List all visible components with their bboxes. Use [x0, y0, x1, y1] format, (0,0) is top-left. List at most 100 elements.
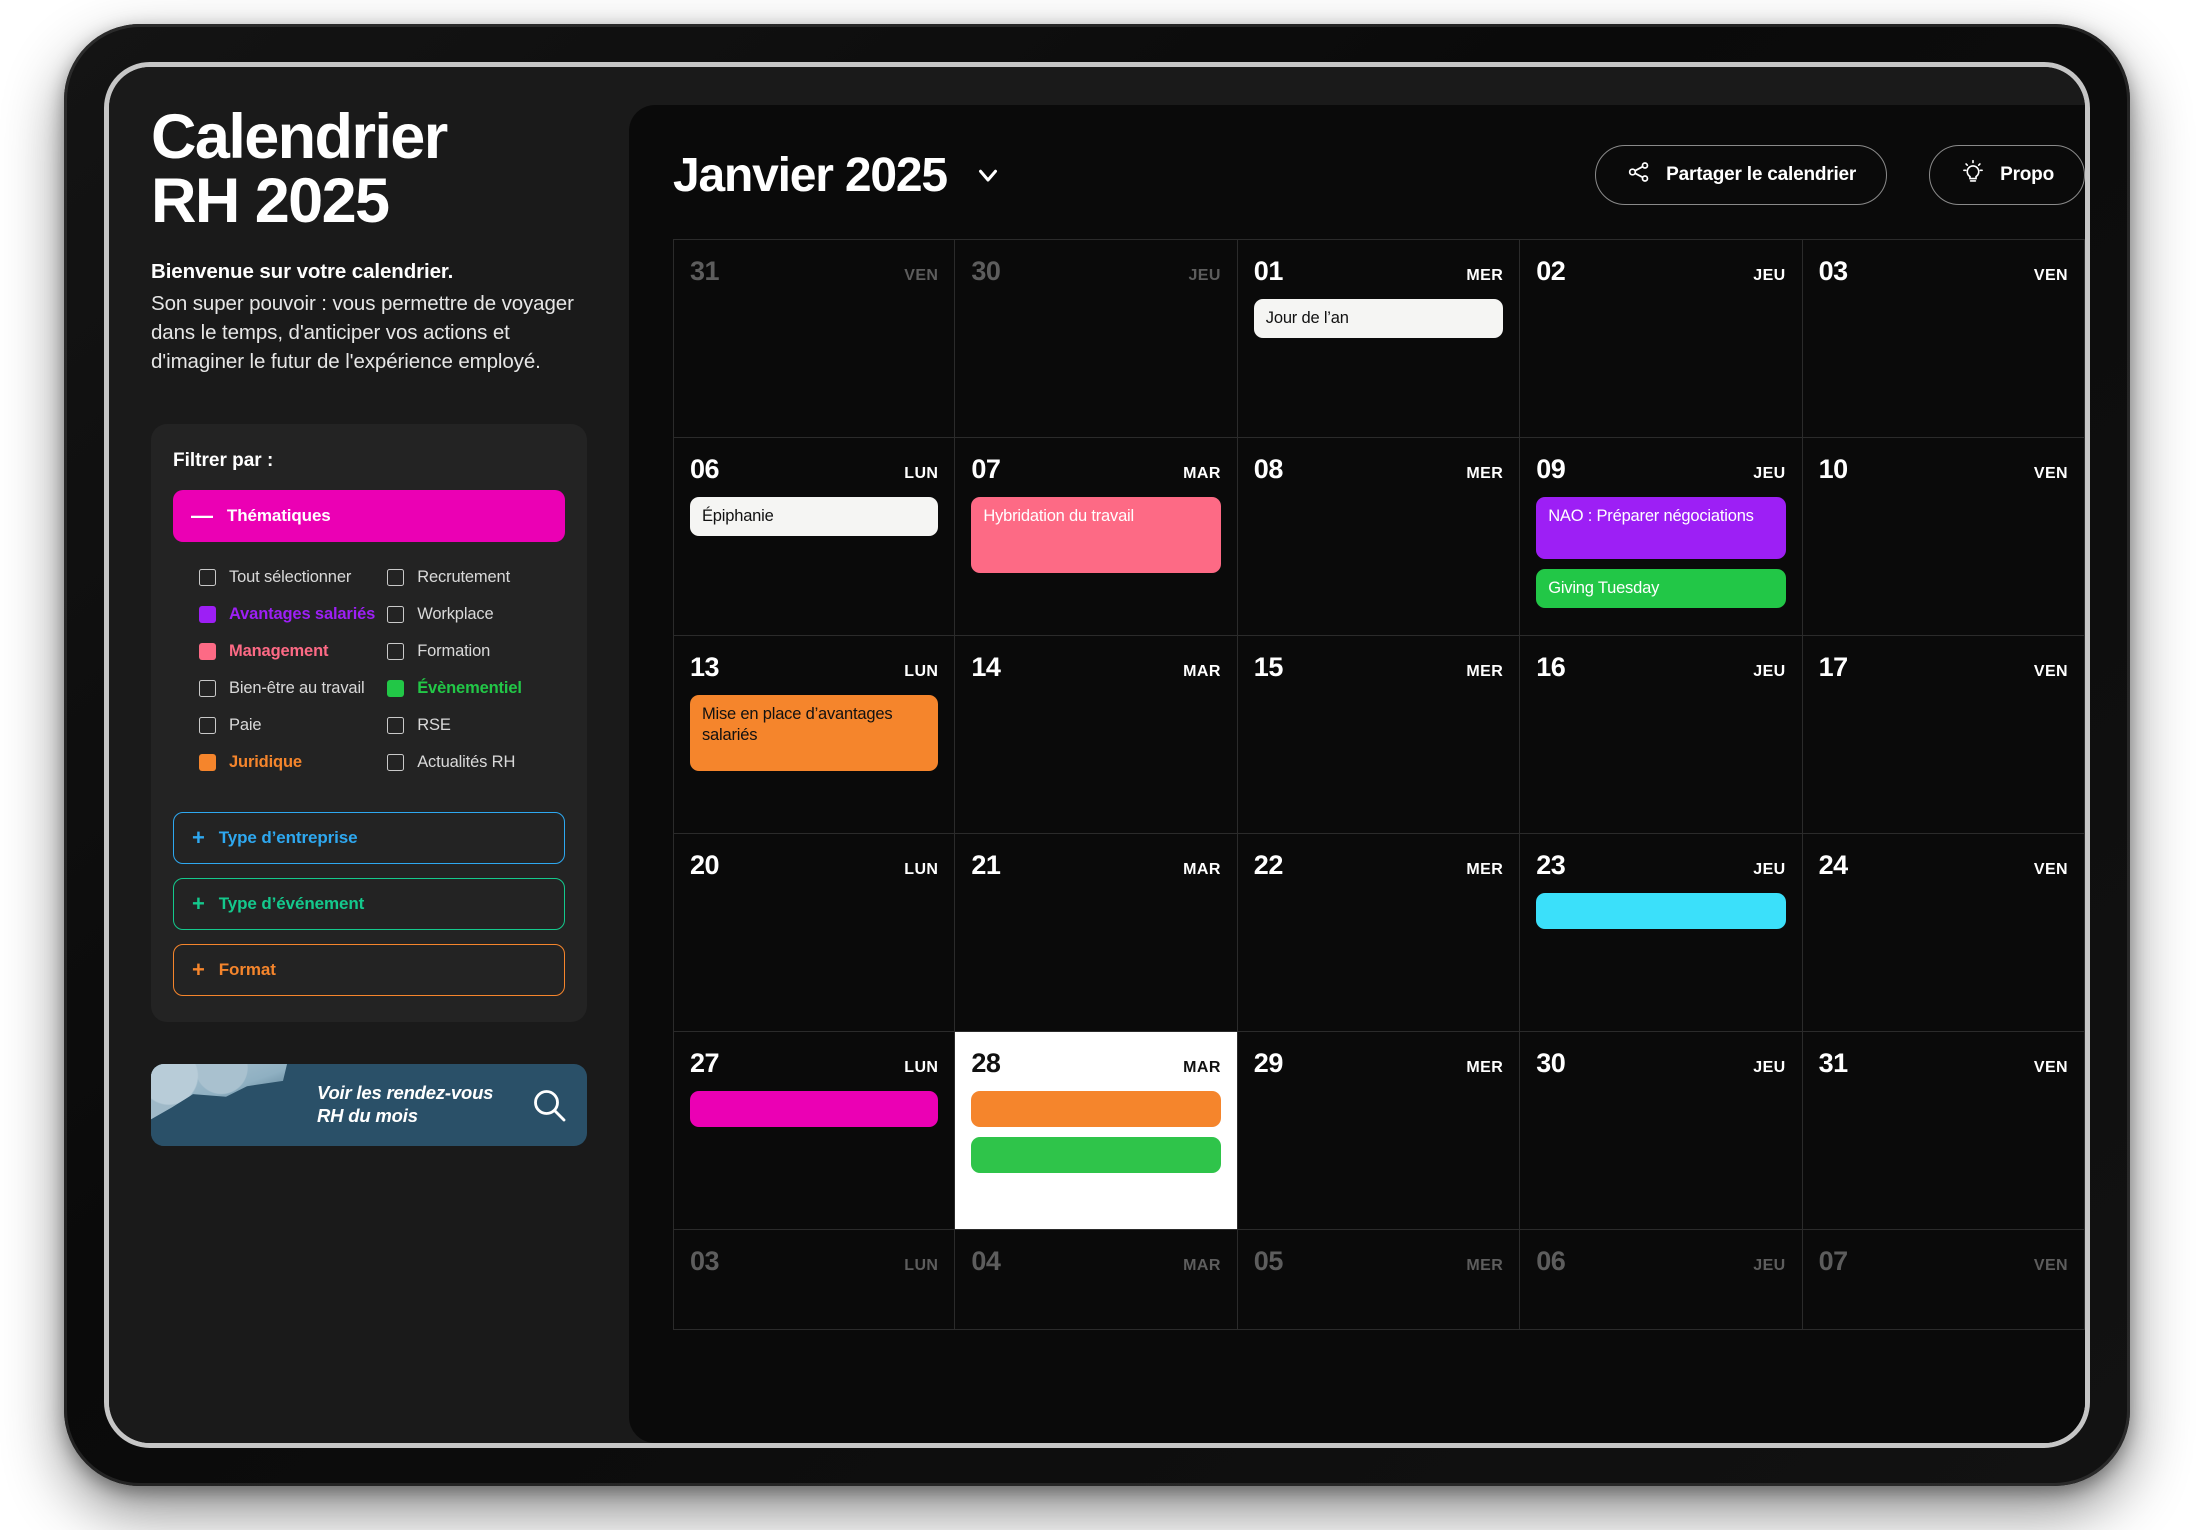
- calendar-event[interactable]: [1536, 893, 1786, 929]
- checkbox-tout-selectionner[interactable]: Tout sélectionner: [199, 568, 375, 587]
- day-cell[interactable]: 14 MAR: [955, 636, 1238, 834]
- day-weekday: JEU: [1753, 465, 1786, 482]
- day-cell[interactable]: 01 MER Jour de l’an: [1237, 240, 1521, 438]
- day-cell[interactable]: 05 MER: [1237, 1230, 1521, 1330]
- day-weekday: MAR: [1183, 465, 1221, 482]
- day-cell[interactable]: 27 LUN: [673, 1032, 956, 1230]
- day-cell[interactable]: 04 MAR: [955, 1230, 1238, 1330]
- day-cell[interactable]: 03 LUN: [673, 1230, 956, 1330]
- day-cell[interactable]: 17 VEN: [1802, 636, 2085, 834]
- day-number: 22: [1253, 850, 1284, 880]
- share-nodes-icon: [1626, 159, 1652, 191]
- day-cell[interactable]: 07 MAR Hybridation du travail: [955, 438, 1238, 636]
- day-weekday: VEN: [2033, 1257, 2068, 1274]
- day-number: 15: [1253, 652, 1284, 682]
- day-cell[interactable]: 10 VEN: [1802, 438, 2085, 636]
- checkbox-workplace[interactable]: Workplace: [387, 605, 559, 624]
- cta-label: Voir les rendez-vous RH du mois: [301, 1082, 511, 1128]
- calendar-event[interactable]: [971, 1091, 1221, 1127]
- day-cell-today[interactable]: 28 MAR: [955, 1032, 1238, 1230]
- checkbox-actualites-rh[interactable]: Actualités RH: [387, 753, 559, 772]
- accordion-type-evenement[interactable]: + Type d’événement: [173, 877, 565, 930]
- accordion-thematiques[interactable]: — Thématiques: [173, 489, 565, 542]
- day-cell[interactable]: 20 LUN: [673, 834, 956, 1032]
- chevron-down-icon[interactable]: [973, 160, 1003, 190]
- calendar-event[interactable]: Hybridation du travail: [971, 497, 1221, 573]
- checkbox-bien-etre-au-travail[interactable]: Bien-être au travail: [199, 679, 375, 698]
- cta-banner-rendez-vous[interactable]: Voir les rendez-vous RH du mois: [151, 1063, 587, 1146]
- calendar-event[interactable]: [971, 1137, 1221, 1173]
- day-weekday: LUN: [904, 861, 939, 878]
- accordion-format[interactable]: + Format: [173, 943, 565, 996]
- page-title-line2: RH 2025: [151, 166, 390, 237]
- day-number: 17: [1818, 652, 1849, 682]
- calendar-event[interactable]: NAO : Préparer négociations: [1536, 497, 1786, 559]
- calendar-header: Janvier 2025 Partager le calendrier Prop…: [673, 145, 2085, 205]
- day-weekday: MER: [1466, 1257, 1504, 1274]
- calendar-event[interactable]: [690, 1091, 939, 1127]
- day-cell[interactable]: 06 LUN Épiphanie: [673, 438, 956, 636]
- day-weekday: MAR: [1183, 861, 1221, 878]
- calendar-event[interactable]: Épiphanie: [690, 497, 939, 536]
- checkbox-evenementiel[interactable]: Évènementiel: [387, 679, 559, 698]
- day-weekday: LUN: [904, 1257, 939, 1274]
- day-weekday: LUN: [904, 1059, 939, 1076]
- checkbox-avantages-salaries[interactable]: Avantages salariés: [199, 605, 375, 624]
- calendar-week-row: 27 LUN 28 MAR 29 MER 30 JEU 31 VEN: [673, 1032, 2085, 1230]
- calendar-event[interactable]: Jour de l’an: [1253, 299, 1504, 338]
- checkbox-label: Avantages salariés: [229, 604, 376, 623]
- day-cell[interactable]: 07 VEN: [1802, 1230, 2085, 1330]
- day-weekday: VEN: [904, 267, 939, 284]
- checkbox-rse[interactable]: RSE: [387, 716, 559, 735]
- day-cell[interactable]: 31 VEN: [673, 240, 956, 438]
- day-cell[interactable]: 02 JEU: [1520, 240, 1803, 438]
- day-cell[interactable]: 16 JEU: [1520, 636, 1803, 834]
- day-number: 31: [690, 256, 720, 286]
- checkbox-label: Paie: [229, 715, 262, 734]
- day-weekday: MER: [1466, 267, 1504, 284]
- checkbox-formation[interactable]: Formation: [387, 642, 559, 661]
- checkbox-recrutement[interactable]: Recrutement: [387, 568, 559, 587]
- tablet-screen: Calendrier RH 2025 Bienvenue sur votre c…: [104, 62, 2090, 1448]
- checkbox-box-icon: [199, 716, 216, 734]
- day-number: 21: [971, 850, 1001, 880]
- day-number: 16: [1536, 652, 1566, 682]
- sidebar: Calendrier RH 2025 Bienvenue sur votre c…: [109, 67, 629, 1443]
- day-cell[interactable]: 30 JEU: [955, 240, 1238, 438]
- propose-event-label: Propo: [2000, 164, 2054, 185]
- propose-event-button[interactable]: Propo: [1929, 145, 2085, 205]
- checkbox-management[interactable]: Management: [199, 642, 375, 661]
- minus-icon: —: [191, 502, 213, 528]
- day-cell[interactable]: 09 JEU NAO : Préparer négociations Giving…: [1520, 438, 1803, 636]
- checkbox-box-icon: [387, 679, 405, 697]
- day-weekday: VEN: [2033, 267, 2068, 284]
- day-number: 06: [690, 454, 720, 484]
- filter-panel-title: Filtrer par :: [173, 449, 274, 471]
- day-cell[interactable]: 13 LUN Mise en place d’avantages salariés: [673, 636, 956, 834]
- accordion-type-entreprise[interactable]: + Type d’entreprise: [173, 811, 565, 864]
- calendar-event[interactable]: Giving Tuesday: [1536, 569, 1786, 608]
- day-cell[interactable]: 22 MER: [1237, 834, 1521, 1032]
- day-cell[interactable]: 31 VEN: [1802, 1032, 2085, 1230]
- calendar-panel: Janvier 2025 Partager le calendrier Prop…: [629, 105, 2085, 1443]
- checkbox-label: Actualités RH: [417, 752, 516, 771]
- day-weekday: MER: [1466, 663, 1504, 680]
- checkbox-juridique[interactable]: Juridique: [199, 753, 375, 772]
- calendar-event[interactable]: Mise en place d’avantages salariés: [690, 695, 939, 771]
- day-cell[interactable]: 29 MER: [1237, 1032, 1521, 1230]
- checkbox-box-icon: [387, 605, 405, 623]
- day-cell[interactable]: 30 JEU: [1520, 1032, 1803, 1230]
- search-icon[interactable]: [511, 1085, 587, 1125]
- day-weekday: LUN: [904, 663, 939, 680]
- share-calendar-button[interactable]: Partager le calendrier: [1595, 145, 1888, 205]
- day-weekday: VEN: [2033, 465, 2068, 482]
- day-number: 24: [1818, 850, 1849, 880]
- day-cell[interactable]: 23 JEU: [1520, 834, 1803, 1032]
- day-cell[interactable]: 08 MER: [1237, 438, 1521, 636]
- checkbox-paie[interactable]: Paie: [199, 716, 375, 735]
- day-cell[interactable]: 15 MER: [1237, 636, 1521, 834]
- day-cell[interactable]: 21 MAR: [955, 834, 1238, 1032]
- day-cell[interactable]: 03 VEN: [1802, 240, 2085, 438]
- day-cell[interactable]: 06 JEU: [1520, 1230, 1803, 1330]
- day-cell[interactable]: 24 VEN: [1802, 834, 2085, 1032]
